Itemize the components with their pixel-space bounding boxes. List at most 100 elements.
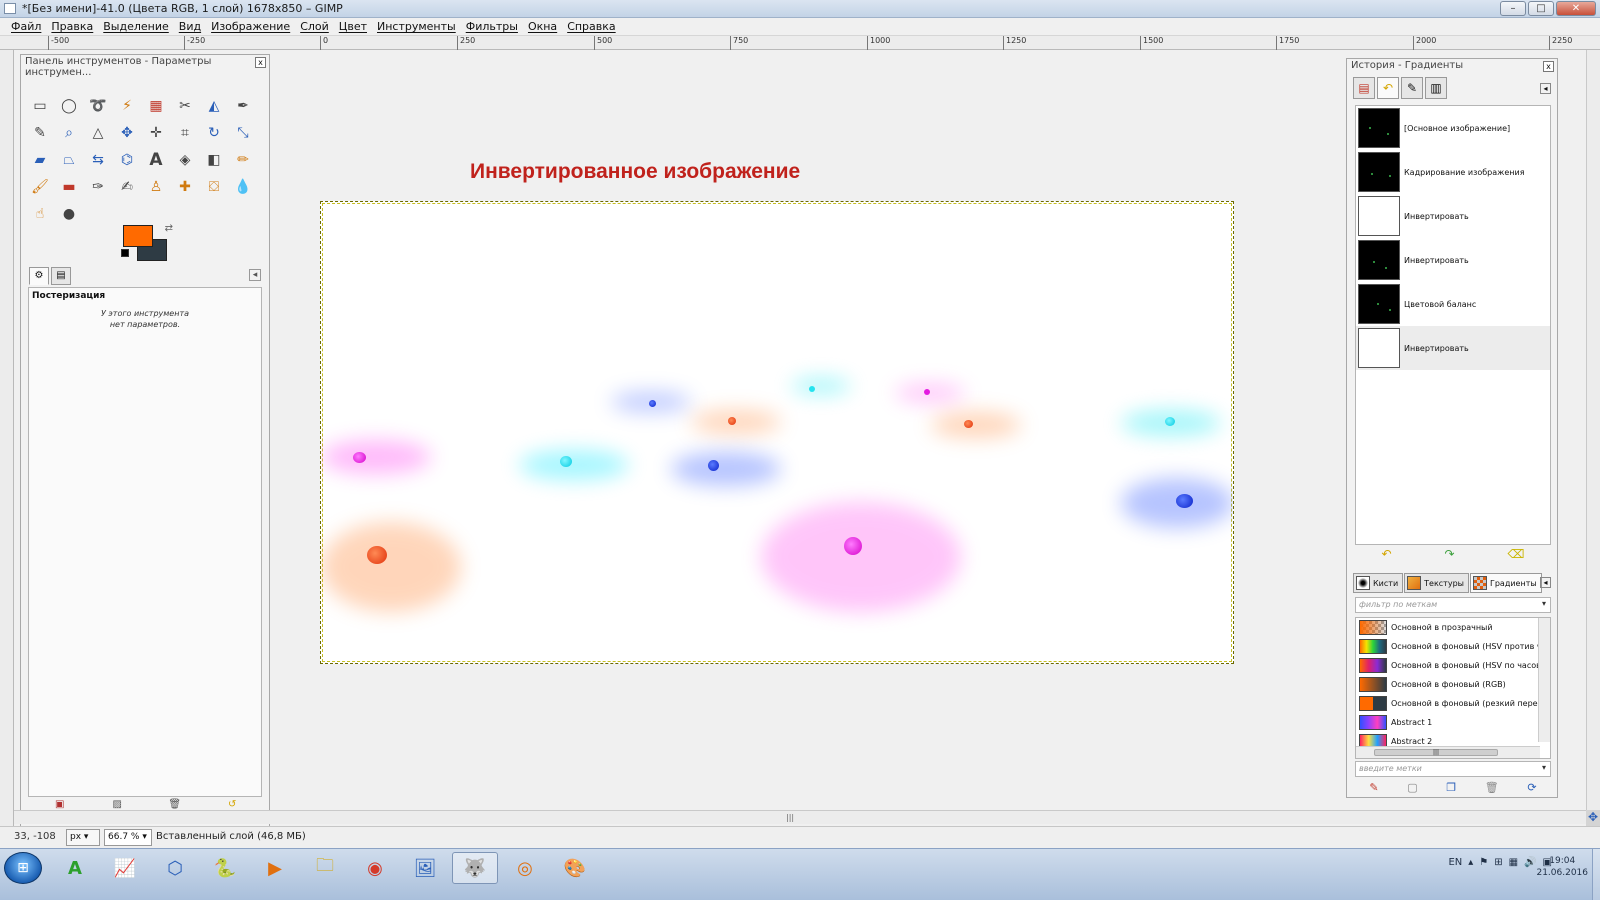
paint-icon[interactable]: 🎨 [552,852,598,884]
gradient-item[interactable]: Основной в фоновый (HSV против ча [1356,637,1550,656]
history-item-selected[interactable]: Инвертировать [1356,326,1550,370]
perspective-tool[interactable]: ⏢ [58,149,80,171]
menu-view[interactable]: Вид [174,18,206,35]
align-tool[interactable]: ✛ [145,122,167,144]
menu-windows[interactable]: Окна [523,18,562,35]
windows-icon[interactable]: ⊞ [1494,857,1502,868]
clear-history-icon[interactable]: ⌫ [1508,547,1525,561]
canvas-hscrollbar[interactable]: ||| [14,810,1586,824]
gimp-icon[interactable]: 🐺 [452,852,498,884]
tags-input[interactable]: введите метки ▾ [1355,761,1551,777]
scissors-tool[interactable]: ✂ [174,95,196,117]
scale-tool[interactable]: ⤡ [232,122,254,144]
rotate-tool[interactable]: ↻ [203,122,225,144]
redo-icon[interactable]: ↷ [1445,547,1455,561]
menu-image[interactable]: Изображение [206,18,295,35]
close-button[interactable]: ✕ [1556,1,1596,16]
gradient-item[interactable]: Основной в фоновый (резкий перехо, [1356,694,1550,713]
ink-tool[interactable]: ✍ [116,176,138,198]
dodge-burn-tool[interactable]: ● [58,203,80,225]
blur-sharpen-tool[interactable]: 💧 [232,176,254,198]
tab-menu-icon[interactable]: ◂ [1540,83,1551,94]
menu-filters[interactable]: Фильтры [461,18,523,35]
menu-file[interactable]: Файл [6,18,46,35]
tab-gradients[interactable]: Градиенты [1469,573,1542,593]
scrollbar-thumb[interactable]: ||| [1374,749,1498,756]
text-tool[interactable]: A [145,149,167,171]
top-ruler[interactable]: -500 -250 0 250 500 750 1000 1250 1500 1… [0,36,1600,50]
menu-help[interactable]: Справка [562,18,620,35]
chart-app-icon[interactable]: 📈 [102,852,148,884]
unit-select[interactable]: px ▾ [66,829,100,846]
clone-tool[interactable]: ♙ [145,176,167,198]
fuzzy-select-tool[interactable]: ⚡ [116,95,138,117]
refresh-gradients-icon[interactable]: ⟳ [1527,781,1536,794]
free-select-tool[interactable]: ➰ [87,95,109,117]
edit-gradient-icon[interactable]: ✎ [1369,781,1378,794]
swap-colors-icon[interactable]: ⇄ [165,223,173,234]
paintbrush-tool[interactable]: 🖌 [29,176,51,198]
ellipse-select-tool[interactable]: ◯ [58,95,80,117]
image-canvas[interactable] [320,201,1234,664]
scrollbar-grip[interactable]: ||| [786,813,794,822]
chevron-down-icon[interactable]: ▾ [1542,599,1546,608]
zoom-tool[interactable]: ⌕ [58,122,80,144]
gradient-list-hscrollbar[interactable]: ||| [1356,746,1540,758]
menu-colors[interactable]: Цвет [334,18,372,35]
zoom-select[interactable]: 66.7 % ▾ [104,829,152,846]
eraser-tool[interactable]: ▬ [58,176,80,198]
pencil-tool[interactable]: ✏ [232,149,254,171]
action-center-icon[interactable]: ⚑ [1479,857,1488,868]
tab-device-status[interactable]: ▤ [51,267,71,285]
heal-tool[interactable]: ✚ [174,176,196,198]
minimize-button[interactable]: – [1500,1,1526,16]
duplicate-gradient-icon[interactable]: ❐ [1446,781,1456,794]
tab-layers[interactable]: ▤ [1353,77,1375,99]
chevron-down-icon[interactable]: ▾ [1542,763,1546,772]
undo-icon[interactable]: ↶ [1381,547,1391,561]
start-button[interactable]: ⊞ [4,852,42,884]
perspective-clone-tool[interactable]: ⛋ [203,176,225,198]
clock[interactable]: 19:04 21.06.2016 [1536,855,1588,879]
tab-menu-icon[interactable]: ◂ [1540,577,1551,588]
image-viewer-icon[interactable]: 🖼 [402,852,448,884]
menu-tools[interactable]: Инструменты [372,18,461,35]
paths-tool[interactable]: ✒ [232,95,254,117]
3d-box-icon[interactable]: ⬡ [152,852,198,884]
select-by-color-tool[interactable]: ▦ [145,95,167,117]
blend-tool[interactable]: ◧ [203,149,225,171]
menu-select[interactable]: Выделение [98,18,174,35]
gradient-item[interactable]: Основной в прозрачный [1356,618,1550,637]
history-item[interactable]: Инвертировать [1356,238,1550,282]
tab-history[interactable]: ↶ [1377,77,1399,99]
default-colors-icon[interactable] [121,249,129,257]
app-a-icon[interactable]: A [52,852,98,884]
dock-close-button[interactable]: x [1543,61,1554,72]
history-item[interactable]: Цветовой баланс [1356,282,1550,326]
dock-close-button[interactable]: x [255,57,266,68]
folder-icon[interactable]: 🗀 [302,852,348,884]
tag-filter-input[interactable]: фильтр по меткам ▾ [1355,597,1551,613]
canvas-vscrollbar[interactable] [1586,50,1600,810]
rect-select-tool[interactable]: ▭ [29,95,51,117]
cage-tool[interactable]: ⌬ [116,149,138,171]
smudge-tool[interactable]: ☝ [29,203,51,225]
gradient-item[interactable]: Основной в фоновый (HSV по часово [1356,656,1550,675]
history-item[interactable]: [Основное изображение] [1356,106,1550,150]
tab-paths[interactable]: ✎ [1401,77,1423,99]
move-tool[interactable]: ✥ [116,122,138,144]
tab-tool-options[interactable]: ⚙ [29,267,49,285]
flip-tool[interactable]: ⇆ [87,149,109,171]
media-player-icon[interactable]: ▶ [252,852,298,884]
maximize-button[interactable]: □ [1528,1,1554,16]
gradient-item[interactable]: Основной в фоновый (RGB) [1356,675,1550,694]
navigate-icon[interactable]: ✥ [1586,810,1600,824]
python-icon[interactable]: 🐍 [202,852,248,884]
history-item[interactable]: Кадрирование изображения [1356,150,1550,194]
volume-icon[interactable]: 🔊 [1524,857,1536,868]
tab-menu-icon[interactable]: ◂ [249,269,261,281]
tab-patterns[interactable]: Текстуры [1404,573,1469,593]
tray-arrow-icon[interactable]: ▴ [1468,857,1473,868]
color-picker-tool[interactable]: ✎ [29,122,51,144]
blender-icon[interactable]: ◎ [502,852,548,884]
